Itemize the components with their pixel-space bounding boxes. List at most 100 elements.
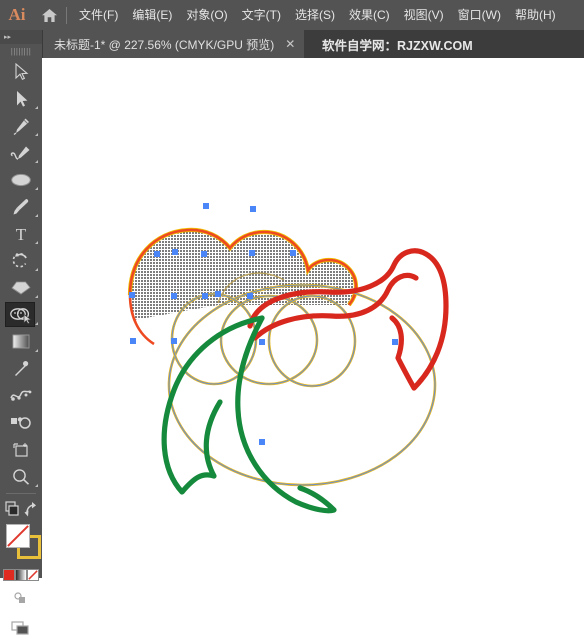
tool-panel-grip[interactable]: ||||||||: [0, 44, 42, 58]
rotate-tool[interactable]: [0, 247, 42, 274]
app-logo-text: Ai: [8, 5, 26, 24]
shape-builder-icon: [10, 307, 32, 324]
pen-icon: [13, 118, 29, 135]
anchor-point[interactable]: [290, 250, 296, 256]
menu-select[interactable]: 选择(S): [288, 0, 342, 30]
drawing-modes-button[interactable]: [0, 583, 42, 613]
screen-mode-icon: [11, 621, 29, 635]
anchor-point[interactable]: [171, 338, 177, 344]
tool-flyout-indicator[interactable]: [35, 187, 38, 190]
tool-flyout-indicator[interactable]: [35, 322, 38, 325]
screen-mode-button[interactable]: [0, 613, 42, 643]
artboard-tool[interactable]: [0, 436, 42, 463]
fill-swatch[interactable]: [6, 524, 30, 548]
menu-window[interactable]: 窗口(W): [451, 0, 508, 30]
anchor-point[interactable]: [129, 292, 135, 298]
menu-effect[interactable]: 效果(C): [342, 0, 397, 30]
anchor-point[interactable]: [249, 250, 255, 256]
curvature-tool[interactable]: [0, 139, 42, 166]
curvature-pen-icon: [10, 146, 30, 160]
none-swatch[interactable]: [27, 569, 39, 581]
eyedropper-icon: [15, 360, 29, 376]
paintbrush-tool[interactable]: [0, 193, 42, 220]
tool-panel-collapse-button[interactable]: ▸▸: [0, 30, 42, 44]
app-logo: Ai: [0, 0, 34, 30]
rotate-icon: [12, 252, 27, 267]
tool-flyout-indicator[interactable]: [35, 133, 38, 136]
tool-flyout-indicator[interactable]: [35, 268, 38, 271]
tool-panel: ▸▸ |||||||| T: [0, 30, 43, 635]
eraser-tool[interactable]: [0, 274, 42, 301]
none-slash-icon: [7, 525, 29, 547]
menu-view[interactable]: 视图(V): [397, 0, 451, 30]
watermark-note: 软件自学网：RJZXW.COM: [322, 38, 473, 53]
solid-arrow-icon: [17, 90, 28, 107]
zoom-tool[interactable]: [0, 463, 42, 490]
color-swatch[interactable]: [3, 569, 15, 581]
ellipse-icon: [11, 173, 31, 186]
anchor-point[interactable]: [172, 249, 178, 255]
anchor-point[interactable]: [259, 339, 265, 345]
pen-tool[interactable]: [0, 112, 42, 139]
gradient-swatch[interactable]: [15, 569, 27, 581]
green-curve-inner[interactable]: [235, 315, 337, 514]
gradient-tool[interactable]: [0, 328, 42, 355]
menu-separator: [66, 6, 67, 24]
close-icon[interactable]: ✕: [284, 38, 296, 50]
menu-bar: Ai 文件(F) 编辑(E) 对象(O) 文字(T) 选择(S) 效果(C) 视…: [0, 0, 584, 30]
tool-flyout-indicator[interactable]: [35, 484, 38, 487]
tool-flyout-indicator[interactable]: [35, 160, 38, 163]
tool-flyout-indicator[interactable]: [35, 214, 38, 217]
menu-file[interactable]: 文件(F): [72, 0, 125, 30]
tool-flyout-indicator[interactable]: [35, 349, 38, 352]
anchor-point[interactable]: [259, 439, 265, 445]
anchor-point[interactable]: [130, 338, 136, 344]
anchor-point[interactable]: [392, 339, 398, 345]
swap-fill-stroke-icon: [24, 502, 36, 517]
anchor-point[interactable]: [250, 206, 256, 212]
symbol-sprayer-icon: [11, 416, 31, 429]
arrow-cursor-icon: [15, 62, 29, 80]
direct-selection-tool[interactable]: [0, 85, 42, 112]
tool-flyout-indicator[interactable]: [35, 241, 38, 244]
paintbrush-icon: [13, 198, 29, 214]
magnifier-icon: [13, 468, 30, 485]
artboard-icon: [13, 442, 28, 457]
menu-edit[interactable]: 编辑(E): [125, 0, 179, 30]
anchor-point[interactable]: [203, 203, 209, 209]
anchor-point[interactable]: [247, 293, 253, 299]
menu-object[interactable]: 对象(O): [179, 0, 234, 30]
menu-help[interactable]: 帮助(H): [508, 0, 563, 30]
document-tab[interactable]: 未标题-1* @ 227.56% (CMYK/GPU 预览) ✕: [42, 30, 305, 58]
collapse-chevrons-icon: ▸▸: [4, 34, 12, 41]
anchor-point[interactable]: [154, 251, 160, 257]
tool-flyout-indicator[interactable]: [35, 295, 38, 298]
fill-stroke-swatches: [0, 521, 42, 567]
anchor-point[interactable]: [171, 293, 177, 299]
menu-type[interactable]: 文字(T): [235, 0, 288, 30]
grip-dots-icon: ||||||||: [10, 46, 32, 56]
right-lobe-blue: [268, 295, 356, 387]
blend-tool[interactable]: [0, 382, 42, 409]
selection-tool[interactable]: [0, 58, 42, 85]
anchor-point[interactable]: [202, 293, 208, 299]
tool-extra-row: [0, 497, 42, 521]
svg-text:T: T: [16, 225, 27, 243]
artwork[interactable]: [42, 58, 584, 578]
shape-builder-tool[interactable]: [0, 301, 42, 328]
anchor-point[interactable]: [201, 251, 207, 257]
tool-divider: [6, 493, 36, 494]
type-tool[interactable]: T: [0, 220, 42, 247]
eyedropper-tool[interactable]: [0, 355, 42, 382]
tool-flyout-indicator[interactable]: [35, 106, 38, 109]
none-slash-icon: [28, 570, 38, 580]
color-mode-row: [0, 567, 42, 583]
eraser-icon: [11, 281, 31, 294]
home-button[interactable]: [34, 0, 64, 30]
drawing-modes-icon: [14, 592, 25, 603]
symbol-sprayer-tool[interactable]: [0, 409, 42, 436]
anchor-point[interactable]: [215, 291, 221, 297]
ellipse-tool[interactable]: [0, 166, 42, 193]
home-icon: [41, 8, 57, 22]
canvas-area[interactable]: [42, 58, 584, 578]
